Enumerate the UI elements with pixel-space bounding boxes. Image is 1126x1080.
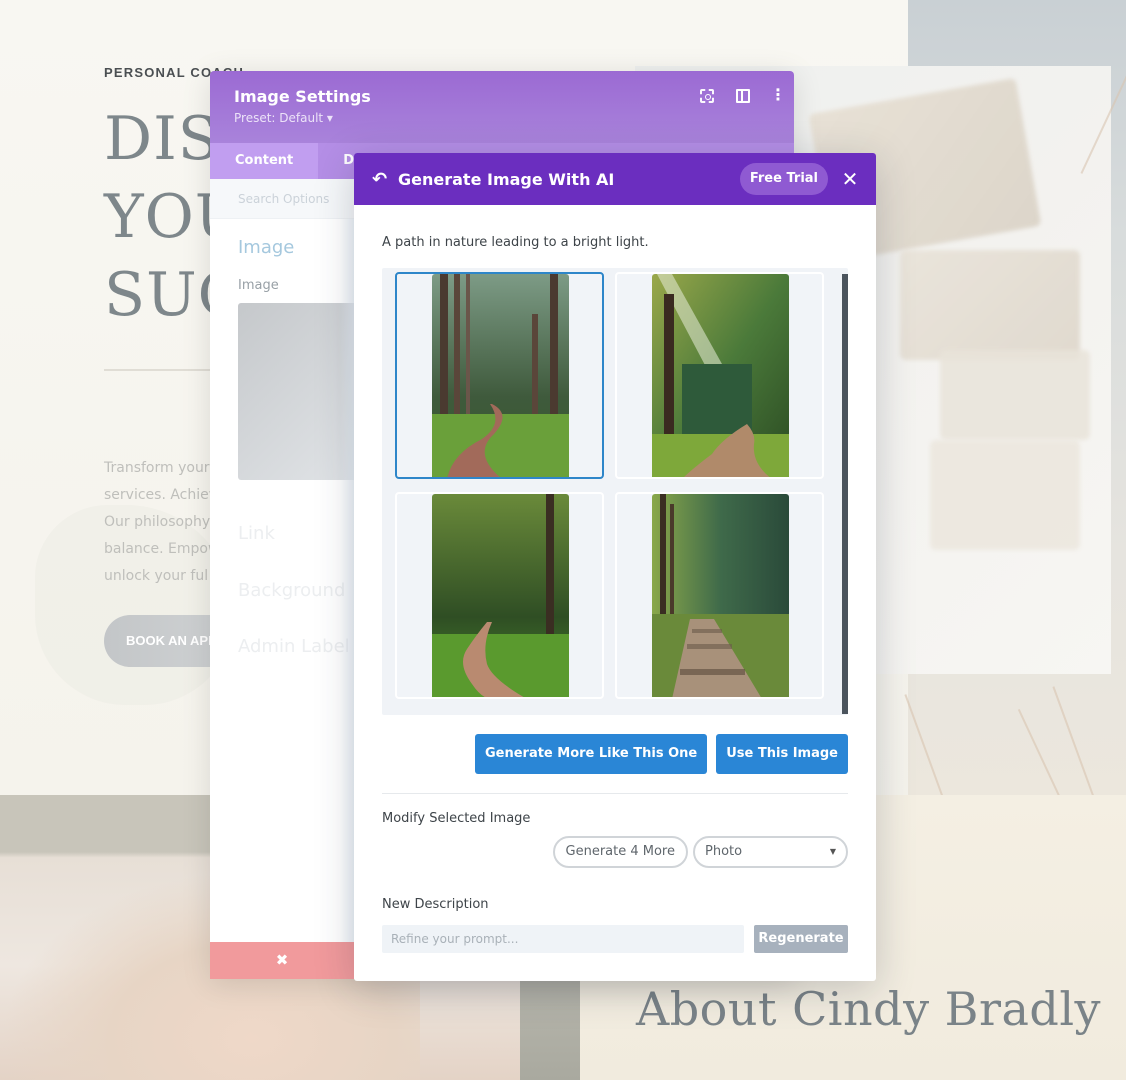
sunlit-trail-image <box>652 494 789 697</box>
about-title: About Cindy Bradly <box>636 982 1102 1036</box>
hero-divider <box>104 369 224 371</box>
website-decorative-bar <box>520 980 580 1080</box>
regenerate-button[interactable]: Regenerate <box>754 925 848 953</box>
section-background[interactable]: Background <box>238 580 345 601</box>
preset-dropdown[interactable]: Preset: Default ▾ <box>234 111 770 125</box>
generated-image-option[interactable] <box>615 492 824 699</box>
prompt-text: A path in nature leading to a bright lig… <box>382 235 649 250</box>
split-view-icon[interactable] <box>736 89 750 103</box>
style-select[interactable]: Photo ▼ <box>693 836 848 868</box>
cancel-button[interactable]: ✖ <box>210 942 354 979</box>
new-description-label: New Description <box>382 897 489 912</box>
modal-title: Generate Image With AI <box>398 169 615 189</box>
generated-images-grid <box>382 268 848 715</box>
divider <box>382 793 848 794</box>
chevron-down-icon: ▼ <box>829 847 836 856</box>
wood-block <box>900 250 1080 360</box>
use-this-image-button[interactable]: Use This Image <box>716 734 848 774</box>
wood-block <box>930 440 1080 550</box>
generated-image-option[interactable] <box>395 492 604 699</box>
winding-path-image <box>432 494 569 697</box>
close-icon[interactable]: ✕ <box>840 167 860 191</box>
generated-image-option[interactable] <box>395 272 604 479</box>
generated-image-option[interactable] <box>615 272 824 479</box>
modal-header: ↶ Generate Image With AI Free Trial ✕ <box>354 153 876 205</box>
wood-block <box>940 350 1090 440</box>
forest-sunbeam-image <box>652 274 789 477</box>
more-options-icon[interactable] <box>770 85 786 104</box>
tab-content[interactable]: Content <box>210 143 319 179</box>
generate-more-like-button[interactable]: Generate More Like This One <box>474 734 708 774</box>
generate-4-more-button[interactable]: Generate 4 More <box>552 836 688 868</box>
forest-path-image <box>432 274 569 477</box>
modify-selected-label: Modify Selected Image <box>382 811 531 826</box>
section-admin-label[interactable]: Admin Label <box>238 636 350 657</box>
refine-prompt-input[interactable] <box>382 925 744 953</box>
settings-title: Image Settings <box>234 87 371 106</box>
grid-scrollbar[interactable] <box>842 274 848 714</box>
free-trial-button[interactable]: Free Trial <box>739 163 828 195</box>
focus-icon[interactable] <box>700 89 714 103</box>
settings-header: Image Settings Preset: Default ▾ <box>210 71 794 143</box>
style-select-value: Photo <box>705 844 743 859</box>
generate-image-modal: ↶ Generate Image With AI Free Trial ✕ A … <box>354 153 876 981</box>
section-link[interactable]: Link <box>238 523 275 544</box>
back-arrow-icon[interactable]: ↶ <box>372 169 394 190</box>
